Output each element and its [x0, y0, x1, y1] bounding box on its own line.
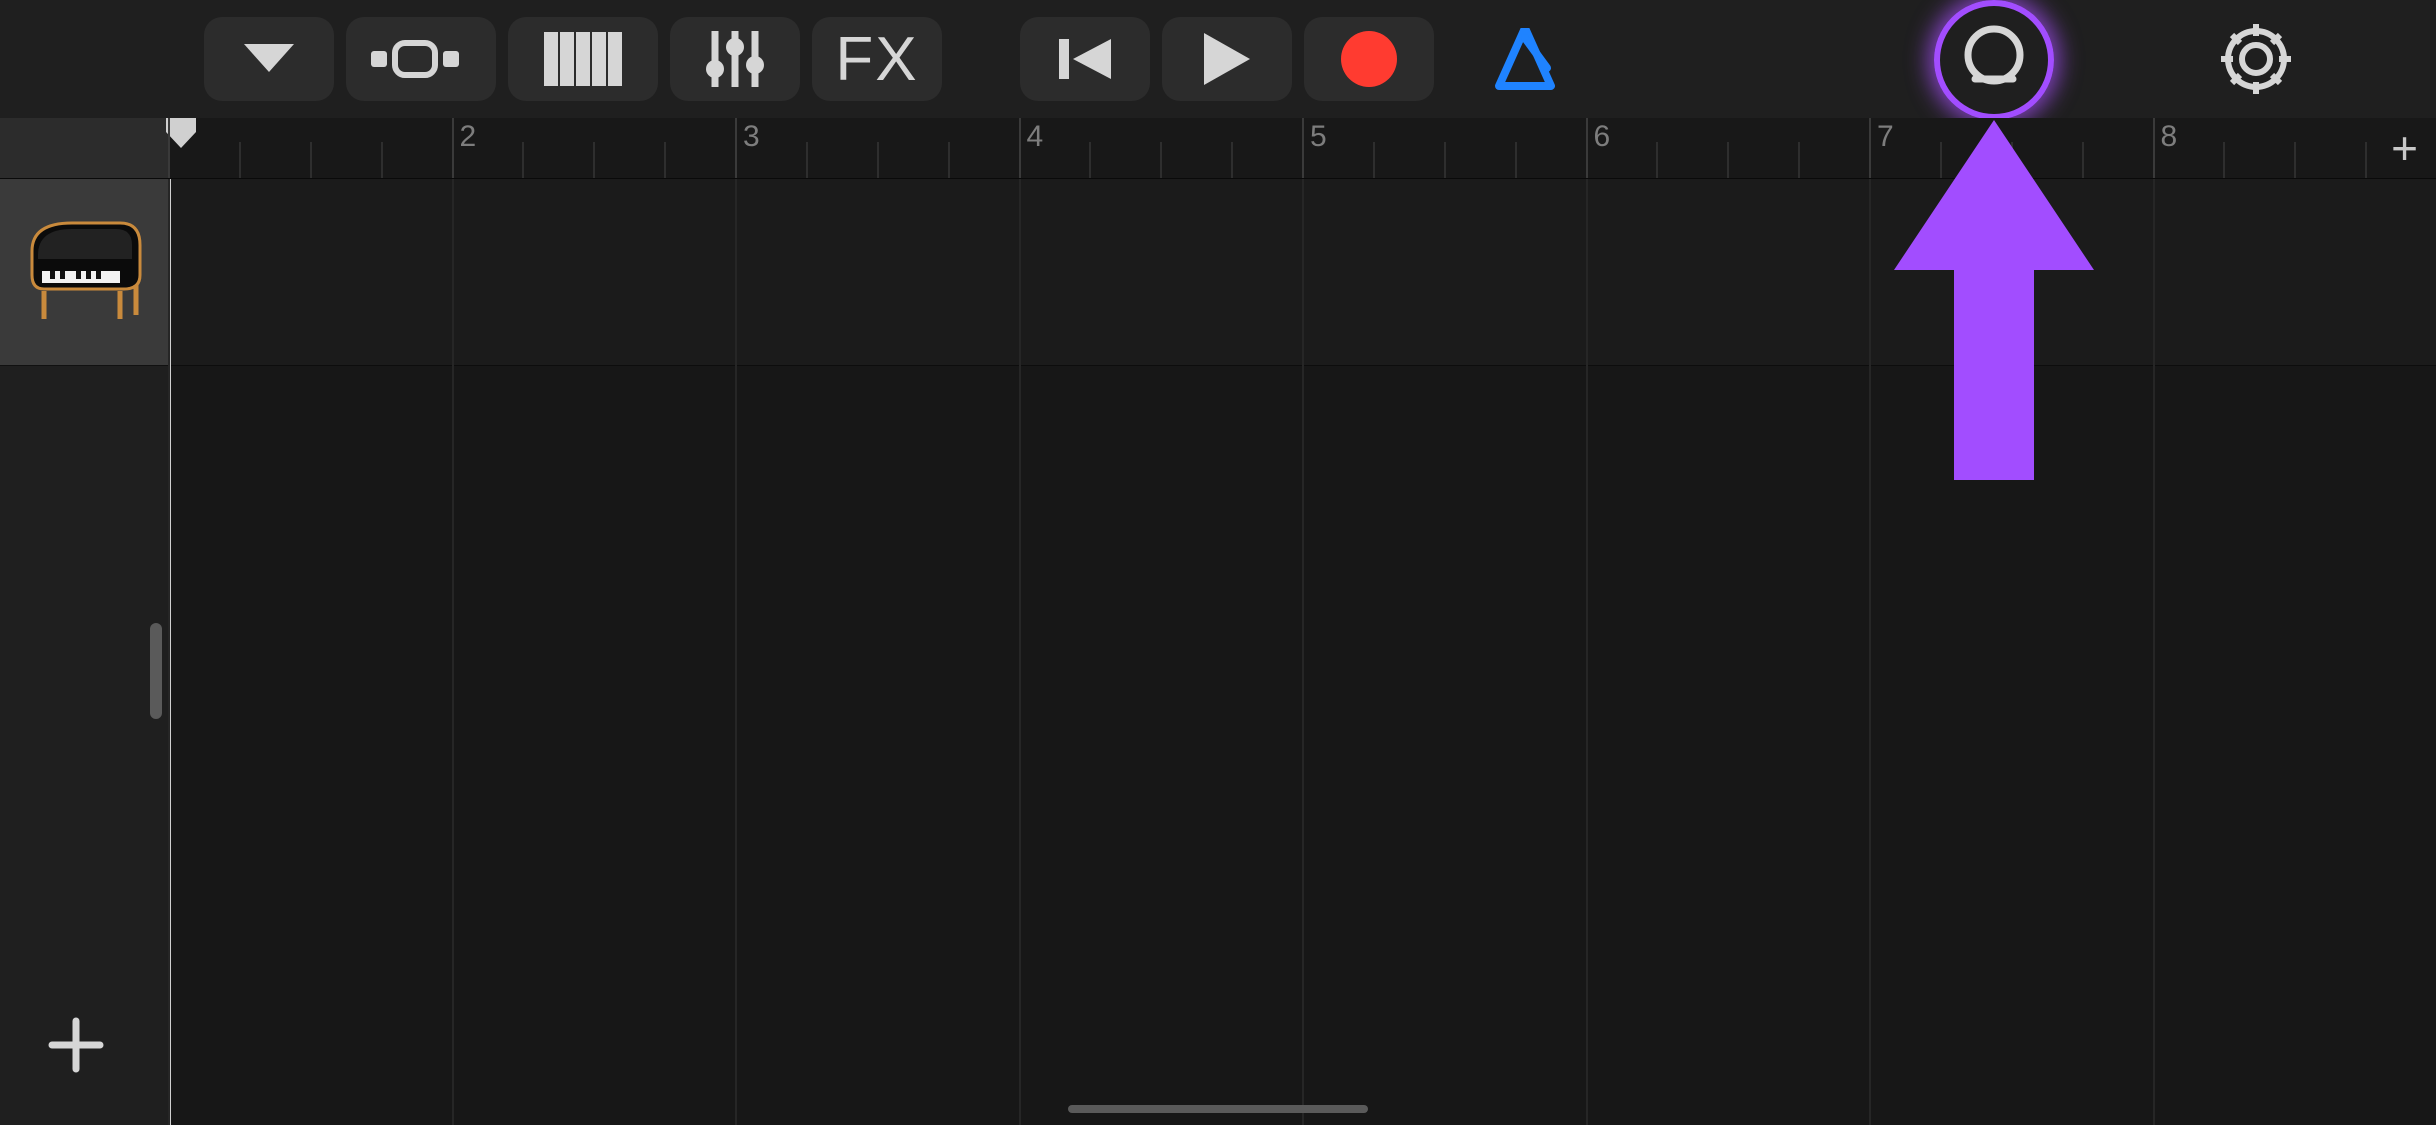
bar-subtick — [1656, 142, 1658, 178]
grid-line — [1869, 179, 1871, 1125]
record-button[interactable] — [1304, 17, 1434, 101]
ruler-header-spacer — [0, 118, 168, 178]
bar-subtick — [2223, 142, 2225, 178]
rewind-button[interactable] — [1020, 17, 1150, 101]
bar-subtick — [2365, 142, 2367, 178]
grid-line — [452, 179, 454, 1125]
bar-subtick — [664, 142, 666, 178]
instrument-view-button[interactable] — [508, 17, 658, 101]
add-track-button[interactable] — [46, 1015, 106, 1080]
bar-marker: 5 — [1302, 118, 1304, 178]
track-view-icon — [371, 37, 471, 81]
bar-number: 2 — [460, 120, 477, 154]
home-indicator[interactable] — [1068, 1105, 1368, 1113]
grid-line — [1019, 179, 1021, 1125]
bar-subtick — [522, 142, 524, 178]
grid-line — [2153, 179, 2155, 1125]
bar-marker: 8 — [2153, 118, 2155, 178]
grid-line — [1302, 179, 1304, 1125]
bar-marker: 6 — [1586, 118, 1588, 178]
timeline-ruler[interactable]: 2 3 4 5 6 7 8 + — [0, 118, 2436, 179]
toolbar-left-group: FX — [204, 17, 942, 101]
bar-subtick — [1798, 142, 1800, 178]
chevron-down-icon — [244, 44, 294, 74]
bar-subtick — [1940, 142, 1942, 178]
plus-icon — [46, 1015, 106, 1075]
bar-subtick — [1444, 142, 1446, 178]
bar-subtick — [593, 142, 595, 178]
song-menu-button[interactable] — [204, 17, 334, 101]
bar-number: 6 — [1594, 120, 1611, 154]
track-lanes[interactable] — [168, 179, 2436, 1125]
playhead-marker-icon[interactable] — [166, 118, 196, 148]
bar-subtick — [1727, 142, 1729, 178]
bar-subtick — [2011, 142, 2013, 178]
record-icon — [1341, 31, 1397, 87]
toolbar: FX — [0, 0, 2436, 118]
track-headers — [0, 179, 168, 1125]
gear-icon — [2221, 24, 2291, 94]
bar-subtick — [239, 142, 241, 178]
bar-subtick — [1089, 142, 1091, 178]
bar-marker: 3 — [735, 118, 737, 178]
mixer-button[interactable] — [670, 17, 800, 101]
add-bar-button[interactable]: + — [2391, 128, 2418, 168]
bar-subtick — [310, 142, 312, 178]
track-media-toggle-button[interactable] — [346, 17, 496, 101]
bar-subtick — [948, 142, 950, 178]
play-icon — [1204, 33, 1250, 85]
transport-group — [1020, 17, 1590, 101]
fx-button[interactable]: FX — [812, 17, 942, 101]
loop-browser-button[interactable] — [1934, 0, 2054, 120]
bar-marker — [168, 118, 170, 178]
bar-number: 5 — [1310, 120, 1327, 154]
bar-subtick — [1160, 142, 1162, 178]
bar-marker: 4 — [1019, 118, 1021, 178]
bar-number: 4 — [1027, 120, 1044, 154]
grid-line — [735, 179, 737, 1125]
bar-subtick — [1231, 142, 1233, 178]
bar-subtick — [877, 142, 879, 178]
bar-number: 8 — [2161, 120, 2178, 154]
keyboard-icon — [544, 32, 622, 86]
bar-number: 3 — [743, 120, 760, 154]
tracks-area — [0, 179, 2436, 1125]
grand-piano-icon — [24, 215, 144, 330]
bar-subtick — [2294, 142, 2296, 178]
bar-marker: 2 — [452, 118, 454, 178]
bar-subtick — [381, 142, 383, 178]
bar-subtick — [1515, 142, 1517, 178]
bar-subtick — [2082, 142, 2084, 178]
ruler-area[interactable]: 2 3 4 5 6 7 8 — [168, 118, 2436, 178]
scroll-thumb[interactable] — [150, 623, 162, 719]
sliders-icon — [705, 31, 765, 87]
track-header-piano[interactable] — [0, 179, 168, 366]
grid-line — [1586, 179, 1588, 1125]
bar-subtick — [1373, 142, 1375, 178]
bar-subtick — [806, 142, 808, 178]
rewind-icon — [1059, 35, 1111, 83]
grid-line — [168, 179, 170, 1125]
settings-button[interactable] — [2216, 17, 2296, 101]
play-button[interactable] — [1162, 17, 1292, 101]
loop-icon — [1961, 25, 2027, 96]
bar-marker: 7 — [1869, 118, 1871, 178]
bar-number: 7 — [1877, 120, 1894, 154]
fx-label: FX — [835, 24, 918, 95]
metronome-button[interactable] — [1460, 17, 1590, 101]
metronome-icon — [1493, 28, 1557, 90]
